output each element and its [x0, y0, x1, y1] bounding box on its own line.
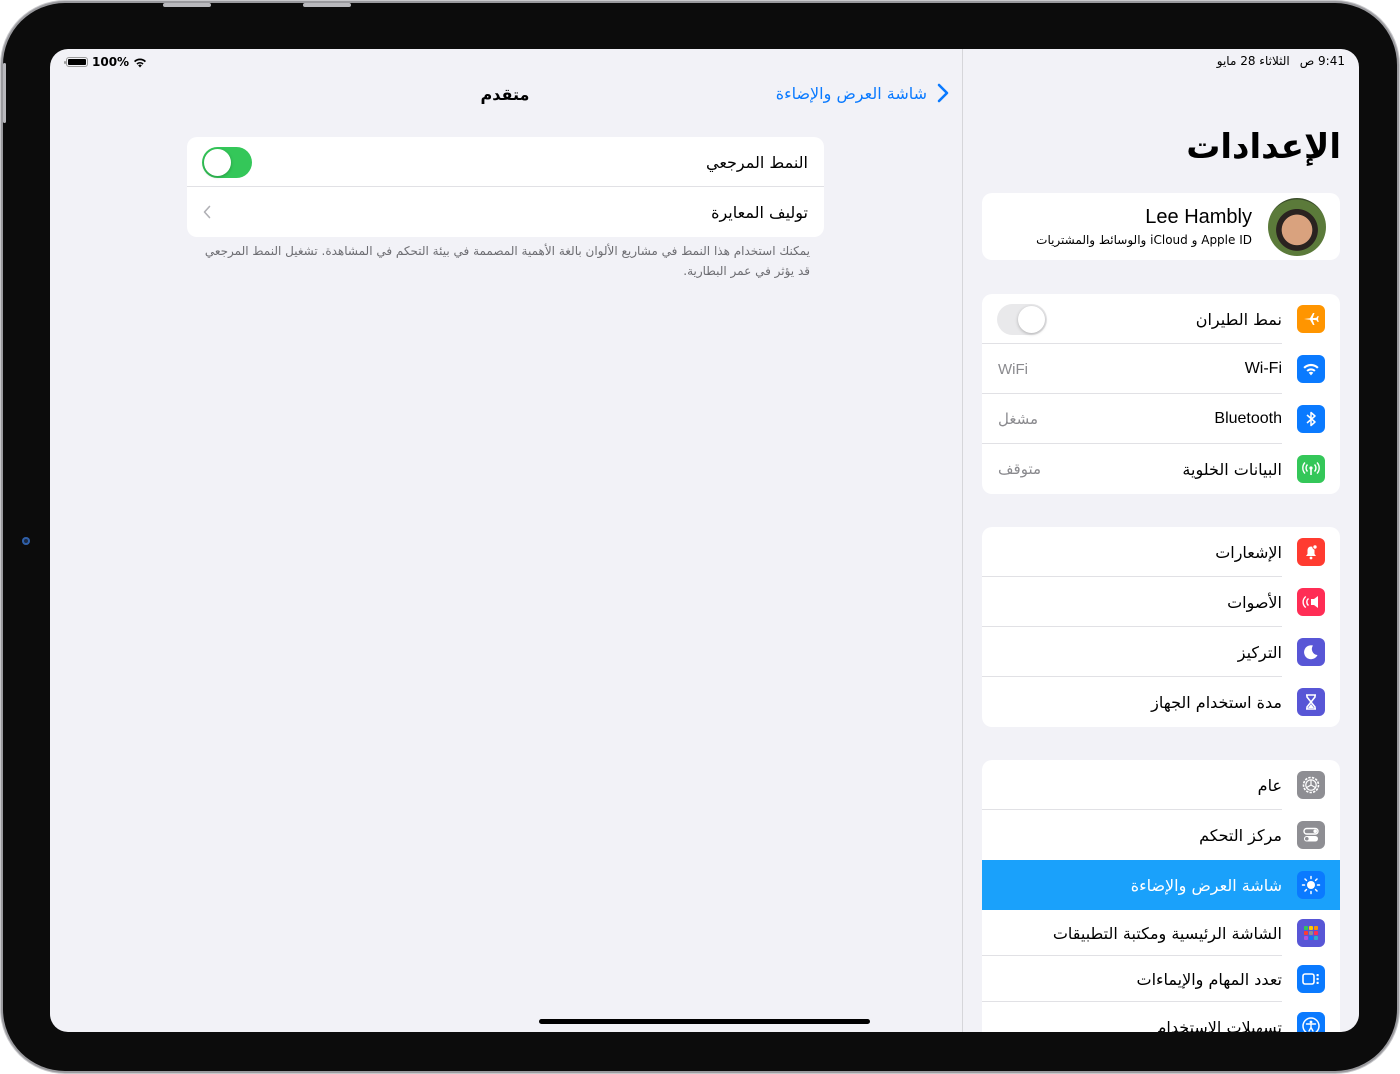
bell-icon [1297, 538, 1325, 566]
sidebar-item-multitasking[interactable]: تعدد المهام والإيماءات [982, 956, 1340, 1002]
sidebar-item-accessibility[interactable]: تسهيلات الاستخدام [982, 1002, 1340, 1032]
fine-tune-calibration-label: توليف المعايرة [711, 202, 808, 222]
battery-percent: 100% [92, 55, 130, 69]
sidebar-item-label: نمط الطيران [1195, 309, 1282, 329]
volume-button [303, 3, 351, 7]
back-button-label: شاشة العرض والإضاءة [775, 83, 927, 103]
multitasking-icon [1297, 965, 1325, 993]
moon-icon [1297, 638, 1325, 666]
sidebar-item-home-screen[interactable]: الشاشة الرئيسية ومكتبة التطبيقات [982, 910, 1340, 956]
cellular-status-value: متوقف [998, 460, 1042, 478]
notifications-group: الإشعارات الأصوات التركيز مدة استخدام ال… [982, 527, 1340, 727]
sidebar-item-cellular[interactable]: البيانات الخلوية متوقف [982, 444, 1340, 494]
sidebar-item-label: شاشة العرض والإضاءة [1130, 875, 1282, 895]
sidebar-item-label: تسهيلات الاستخدام [1156, 1018, 1282, 1032]
avatar [1268, 198, 1326, 256]
page-title: متقدم [480, 85, 530, 104]
sidebar-item-label: التركيز [1237, 642, 1282, 662]
sidebar-item-general[interactable]: عام [982, 760, 1340, 810]
volume-button [163, 3, 211, 7]
sidebar-item-label: الأصوات [1227, 592, 1282, 612]
wifi-network-value: WiFi [998, 360, 1028, 378]
accessibility-icon [1297, 1012, 1325, 1032]
sidebar-item-label: تعدد المهام والإيماءات [1136, 969, 1283, 989]
bluetooth-icon [1297, 405, 1325, 433]
general-group: عام مركز التحكم شاشة العرض والإضاءة الشا… [982, 760, 1340, 1032]
sidebar-item-label: الشاشة الرئيسية ومكتبة التطبيقات [1052, 923, 1282, 943]
wifi-icon [1297, 355, 1325, 383]
chevron-right-icon [937, 83, 949, 103]
sidebar-item-display-brightness[interactable]: شاشة العرض والإضاءة [982, 860, 1340, 910]
sidebar-item-label: مركز التحكم [1199, 825, 1282, 845]
fine-tune-calibration-row[interactable]: توليف المعايرة [187, 187, 824, 237]
speaker-icon [1297, 588, 1325, 616]
sidebar-item-wifi[interactable]: Wi-Fi WiFi [982, 344, 1340, 394]
antenna-icon [1297, 455, 1325, 483]
switches-icon [1297, 821, 1325, 849]
front-camera [22, 537, 30, 545]
screen: 100% 9:41 ص الثلاثاء 28 مايو متقدم شاشة … [50, 49, 1359, 1032]
status-date: الثلاثاء 28 مايو [1216, 54, 1290, 68]
bluetooth-status-value: مشغل [998, 410, 1039, 428]
sidebar-item-label: البيانات الخلوية [1182, 459, 1282, 479]
sidebar-item-screen-time[interactable]: مدة استخدام الجهاز [982, 677, 1340, 727]
battery-icon [64, 57, 88, 67]
back-button[interactable]: شاشة العرض والإضاءة [776, 83, 949, 103]
reference-mode-row: النمط المرجعي [187, 137, 824, 187]
reference-mode-toggle[interactable] [202, 146, 252, 178]
sun-icon [1297, 871, 1325, 899]
status-time: 9:41 ص [1299, 54, 1345, 68]
apple-id-profile[interactable]: Lee Hambly Apple ID و iCloud والوسائط وا… [982, 193, 1340, 260]
profile-name: Lee Hambly [1145, 206, 1252, 228]
reference-mode-footnote: يمكنك استخدام هذا النمط في مشاريع الألوا… [204, 244, 810, 278]
home-indicator[interactable] [539, 1019, 870, 1024]
sidebar-item-control-center[interactable]: مركز التحكم [982, 810, 1340, 860]
chevron-left-icon [203, 205, 211, 219]
sidebar-item-label: Bluetooth [1214, 410, 1282, 427]
sidebar-item-label: الإشعارات [1215, 542, 1282, 562]
split-view-divider [962, 49, 963, 1032]
connectivity-group: نمط الطيران Wi-Fi WiFi Bluetooth مشغل ال… [982, 294, 1340, 494]
sidebar-item-label: عام [1257, 775, 1282, 795]
sidebar-item-label: Wi-Fi [1244, 360, 1282, 377]
airplane-icon [1297, 305, 1325, 333]
status-bar-left: 100% [64, 55, 147, 69]
gear-icon [1297, 771, 1325, 799]
airplane-mode-toggle[interactable] [997, 303, 1047, 335]
settings-title: الإعدادات [1186, 127, 1341, 167]
sidebar-item-bluetooth[interactable]: Bluetooth مشغل [982, 394, 1340, 444]
sidebar-item-notifications[interactable]: الإشعارات [982, 527, 1340, 577]
top-button [3, 63, 6, 123]
wifi-status-icon [134, 58, 147, 67]
profile-subtitle: Apple ID و iCloud والوسائط والمشتريات [1036, 233, 1252, 247]
sidebar-item-sounds[interactable]: الأصوات [982, 577, 1340, 627]
advanced-settings-group: النمط المرجعي توليف المعايرة [187, 137, 824, 237]
sidebar-item-airplane-mode[interactable]: نمط الطيران [982, 294, 1340, 344]
sidebar-item-focus[interactable]: التركيز [982, 627, 1340, 677]
status-bar-right: 9:41 ص الثلاثاء 28 مايو [1217, 54, 1345, 68]
ipad-frame: 100% 9:41 ص الثلاثاء 28 مايو متقدم شاشة … [3, 3, 1397, 1071]
sidebar-item-label: مدة استخدام الجهاز [1151, 692, 1282, 712]
app-grid-icon [1297, 919, 1325, 947]
reference-mode-label: النمط المرجعي [705, 152, 808, 172]
hourglass-icon [1297, 688, 1325, 716]
